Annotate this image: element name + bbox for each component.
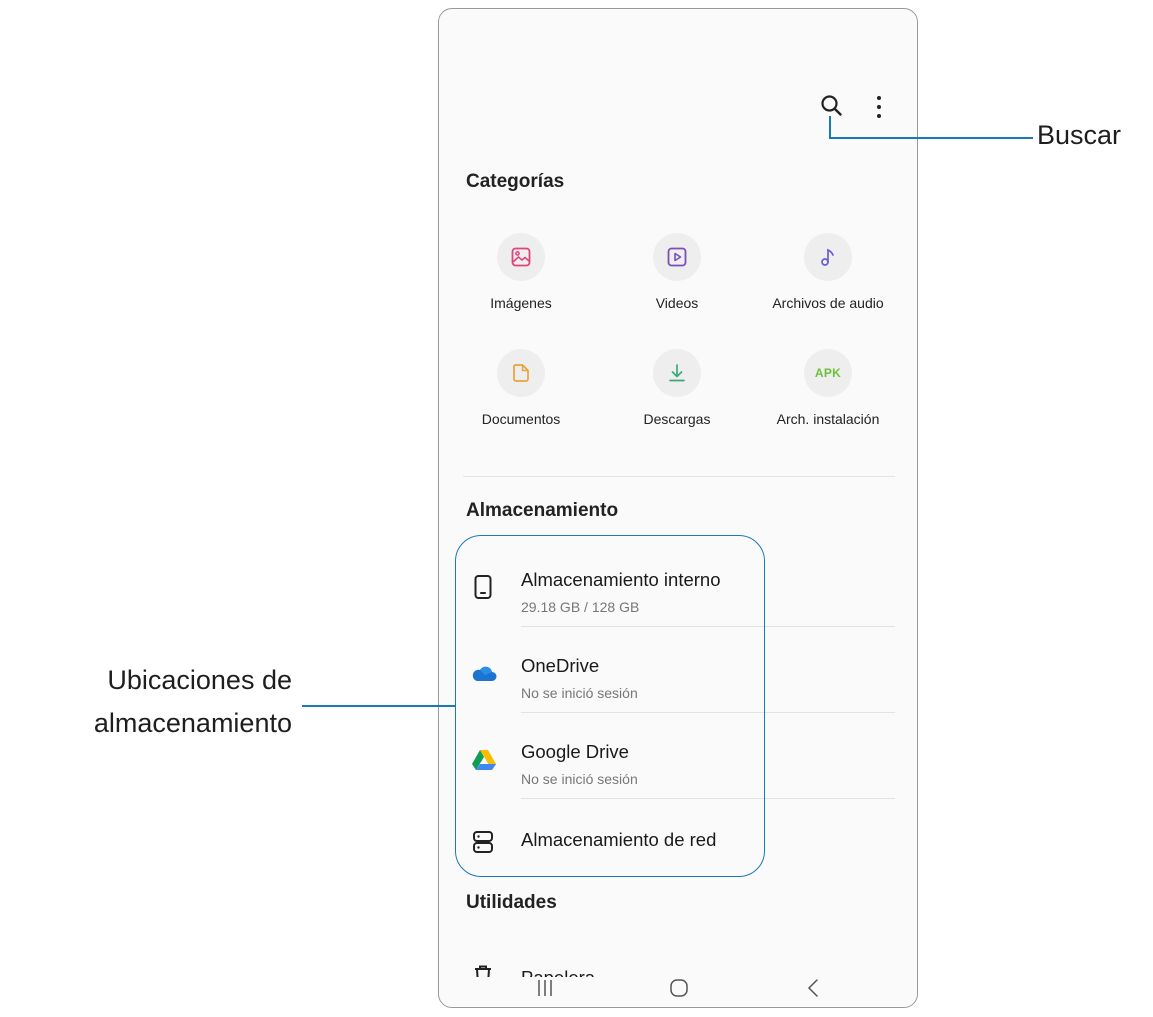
category-downloads[interactable]: Descargas [602,349,752,427]
storage-locations-highlight [455,535,765,877]
category-audio[interactable]: Archivos de audio [753,233,903,311]
image-icon [497,233,545,281]
category-label: Descargas [643,411,711,427]
recents-icon[interactable] [536,979,554,1002]
category-label: Archivos de audio [772,295,884,311]
section-divider [463,476,895,477]
apk-text: APK [814,366,842,380]
storage-callout-label-line1: Ubicaciones de [107,665,292,695]
category-documents[interactable]: Documentos [446,349,596,427]
video-icon [653,233,701,281]
apk-icon: APK [804,349,852,397]
storage-callout-label-line2: almacenamiento [93,708,292,738]
download-icon [653,349,701,397]
utilities-title: Utilidades [466,892,557,913]
home-icon[interactable] [669,978,689,1003]
category-label: Videos [655,295,699,311]
more-options-icon[interactable] [871,94,887,125]
category-images[interactable]: Imágenes [446,233,596,311]
search-callout-label: Buscar [1037,120,1122,150]
category-videos[interactable]: Videos [602,233,752,311]
category-label: Documentos [481,411,561,427]
navigation-bar [439,967,917,1007]
categories-title: Categorías [466,171,565,192]
search-callout-line [829,116,831,139]
search-callout-line [829,137,1033,139]
storage-title: Almacenamiento [466,500,619,521]
search-icon[interactable] [819,93,845,124]
storage-callout-line [302,705,455,707]
category-install-files[interactable]: APK Arch. instalación [753,349,903,427]
document-icon [497,349,545,397]
back-icon[interactable] [806,978,820,1003]
category-label: Arch. instalación [776,411,880,427]
category-label: Imágenes [490,295,552,311]
music-note-icon [804,233,852,281]
